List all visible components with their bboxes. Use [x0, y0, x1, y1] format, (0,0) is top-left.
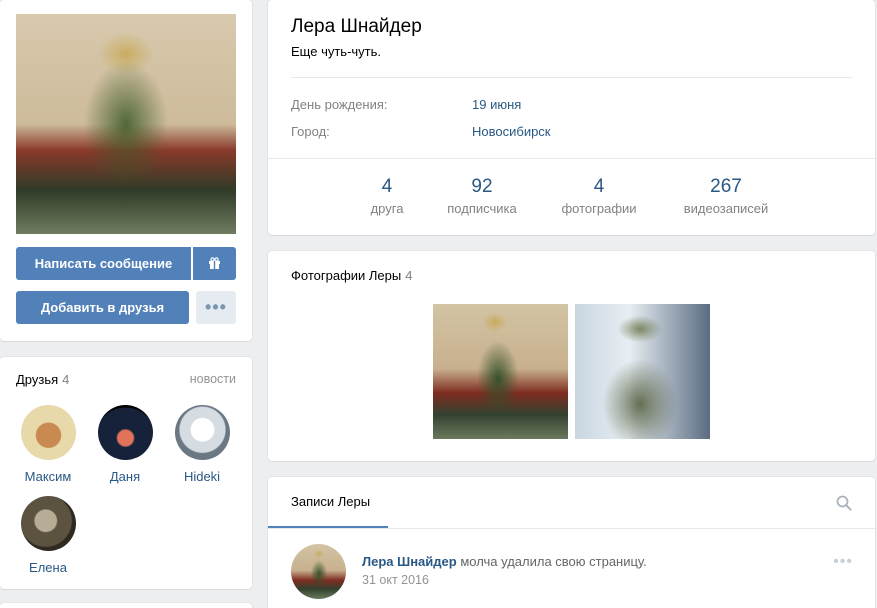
next-card-edge [0, 603, 252, 608]
photos-count: 4 [405, 268, 413, 283]
friend-name: Елена [29, 560, 67, 575]
birthday-value[interactable]: 19 июня [472, 97, 521, 112]
profile-status[interactable]: Еще чуть-чуть. [291, 44, 381, 59]
photos-title[interactable]: Фотографии Леры 4 [291, 268, 412, 283]
stat-friends[interactable]: 4 друга [362, 176, 412, 216]
page-title: Лера Шнайдер [291, 16, 422, 37]
photo-thumbnail[interactable] [433, 304, 568, 439]
friend-avatar [174, 405, 230, 460]
photos-card: Фотографии Леры 4 [268, 251, 875, 461]
stat-label: подписчика [447, 201, 517, 216]
stat-videos[interactable]: 267 видеозаписей [670, 176, 782, 216]
friend-avatar [20, 496, 76, 551]
tab-posts-label: Записи Леры [291, 494, 371, 509]
stat-number: 4 [593, 176, 605, 197]
post-header: Лера Шнайдер молча удалила свою страницу… [362, 554, 647, 569]
stat-number: 267 [710, 176, 742, 197]
friends-title[interactable]: Друзья 4 [16, 372, 69, 387]
more-dots-icon: ••• [205, 297, 227, 317]
friend-item[interactable]: Hideki [166, 405, 238, 484]
add-friend-button[interactable]: Добавить в друзья [16, 291, 189, 324]
stat-label: фотографии [561, 201, 637, 216]
stat-label: друга [370, 201, 404, 216]
stat-photos[interactable]: 4 фотографии [551, 176, 647, 216]
friend-name: Максим [24, 469, 72, 484]
divider [291, 77, 852, 78]
friend-name: Даня [109, 469, 141, 484]
friends-title-label: Друзья [16, 372, 59, 387]
city-value[interactable]: Новосибирск [472, 124, 551, 139]
post-action-text: молча удалила свою страницу. [460, 554, 647, 569]
post-author-link[interactable]: Лера Шнайдер [362, 554, 457, 569]
post-date[interactable]: 31 окт 2016 [362, 573, 429, 587]
friend-item[interactable]: Елена [12, 496, 84, 575]
photos-title-label: Фотографии Леры [291, 268, 402, 283]
gift-button[interactable] [193, 247, 236, 280]
post-more-icon[interactable]: ••• [833, 553, 853, 571]
stat-followers[interactable]: 92 подписчика [435, 176, 529, 216]
stat-label: видеозаписей [683, 201, 769, 216]
stat-number: 4 [381, 176, 393, 197]
friend-item[interactable]: Даня [89, 405, 161, 484]
add-friend-label: Добавить в друзья [40, 300, 165, 315]
more-actions-button[interactable]: ••• [196, 291, 236, 324]
posts-card: Записи Леры Лера Шнайдер молча удалила с… [268, 477, 875, 608]
birthday-label: День рождения: [291, 97, 388, 112]
friend-avatar [97, 405, 153, 460]
divider [268, 158, 875, 159]
city-label: Город: [291, 124, 330, 139]
search-icon[interactable] [836, 495, 852, 511]
avatar-card: Написать сообщение Добавить в друзья ••• [0, 0, 252, 341]
friends-count: 4 [62, 372, 70, 387]
friend-avatar [20, 405, 76, 460]
post-author-avatar[interactable] [291, 544, 346, 599]
send-message-label: Написать сообщение [34, 256, 173, 271]
tab-posts[interactable]: Записи Леры [268, 477, 388, 528]
friend-name: Hideki [183, 469, 221, 484]
friend-item[interactable]: Максим [12, 405, 84, 484]
profile-avatar[interactable] [16, 14, 236, 234]
photo-thumbnail[interactable] [575, 304, 710, 439]
gift-icon [209, 257, 220, 269]
profile-card: Лера Шнайдер Еще чуть-чуть. День рождени… [268, 0, 875, 235]
send-message-button[interactable]: Написать сообщение [16, 247, 191, 280]
stat-number: 92 [471, 176, 493, 197]
divider [268, 528, 875, 529]
friends-news-link[interactable]: новости [190, 372, 236, 386]
